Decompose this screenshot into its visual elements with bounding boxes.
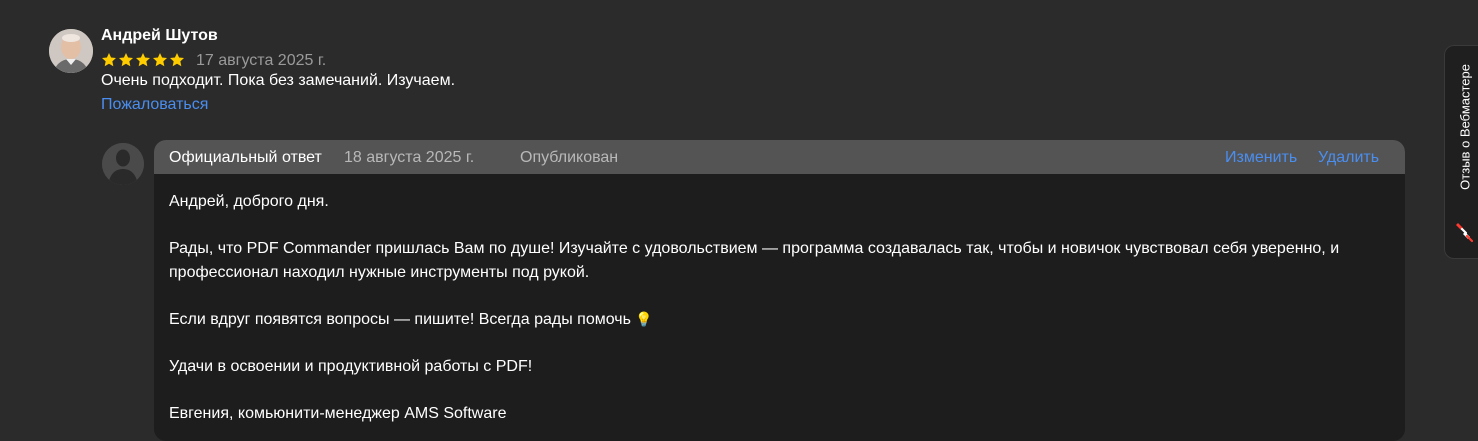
reply-paragraph-text: Если вдруг появятся вопросы — пишите! Вс…: [169, 310, 631, 328]
reply-paragraph: Удачи в освоении и продуктивной работы с…: [169, 357, 533, 375]
reply-status: Опубликован: [520, 149, 619, 166]
review-date: 17 августа 2025 г.: [196, 52, 327, 69]
reply-date: 18 августа 2025 г.: [344, 149, 475, 166]
star-icon: [170, 53, 184, 67]
reply-paragraph: Евгения, комьюнити-менеджер AMS Software: [169, 404, 507, 422]
official-reply-card: Официальный ответ 18 августа 2025 г. Опу…: [154, 140, 1405, 441]
delete-reply-button[interactable]: Удалить: [1318, 149, 1379, 167]
webmaster-feedback-label: Отзыв о Вебмастере: [1457, 64, 1472, 190]
reply-paragraph: Андрей, доброго дня.: [169, 193, 329, 210]
author-photo: [49, 29, 93, 73]
review-item: Андрей Шутов 17 августа 2025 г. Очень по…: [0, 0, 1444, 441]
reply-body: Андрей, доброго дня. Рады, что PDF Comma…: [169, 190, 1389, 441]
webmaster-feedback-tab[interactable]: Отзыв о Вебмастере: [1444, 45, 1478, 259]
author-name[interactable]: Андрей Шутов: [101, 27, 218, 45]
complain-link[interactable]: Пожаловаться: [101, 96, 208, 114]
rating-stars: [101, 52, 185, 68]
edit-reply-button[interactable]: Изменить: [1225, 149, 1297, 167]
star-icon: [136, 53, 150, 67]
review-text: Очень подходит. Пока без замечаний. Изуч…: [101, 72, 456, 89]
star-icon: [102, 53, 116, 67]
reply-header: Официальный ответ 18 августа 2025 г. Опу…: [154, 140, 1405, 174]
wrench-icon: [1456, 223, 1473, 243]
reply-avatar: [102, 143, 144, 185]
author-avatar[interactable]: [49, 29, 93, 73]
reply-title: Официальный ответ: [169, 149, 322, 166]
star-icon: [119, 53, 133, 67]
reply-paragraph: Если вдруг появятся вопросы — пишите! Вс…: [169, 308, 1389, 332]
star-icon: [153, 53, 167, 67]
reply-paragraph: Рады, что PDF Commander пришлась Вам по …: [169, 240, 1340, 281]
lightbulb-icon: 💡: [634, 310, 653, 327]
user-silhouette-icon: [102, 143, 144, 185]
